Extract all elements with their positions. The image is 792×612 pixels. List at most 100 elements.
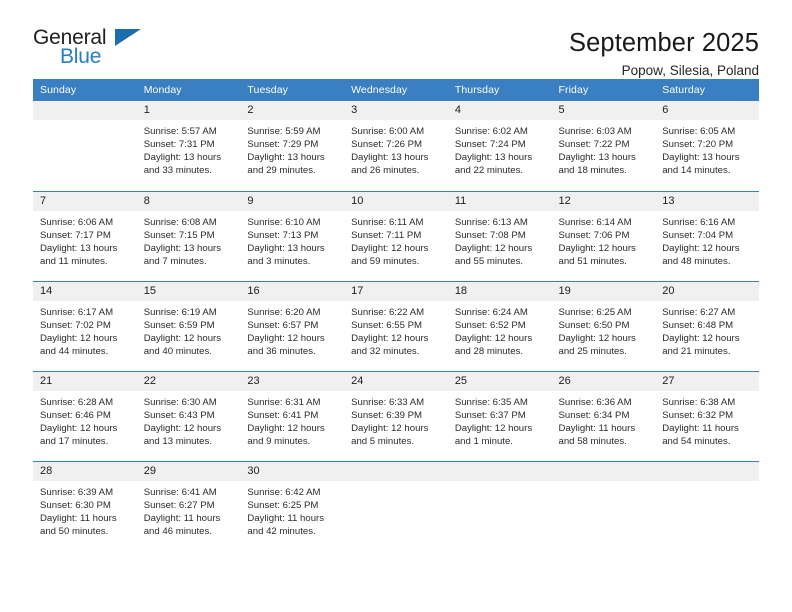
calendar-day-cell[interactable]: 11 Sunrise: 6:13 AM Sunset: 7:08 PM Dayl… <box>447 190 552 281</box>
day-details: Sunrise: 5:59 AM Sunset: 7:29 PM Dayligh… <box>247 126 325 177</box>
calendar-day-cell[interactable]: 14 Sunrise: 6:17 AM Sunset: 7:02 PM Dayl… <box>33 280 137 371</box>
day-number: 19 <box>551 281 656 301</box>
calendar-day-cell[interactable]: 10 Sunrise: 6:11 AM Sunset: 7:11 PM Dayl… <box>344 190 448 281</box>
calendar-day-cell[interactable]: 29 Sunrise: 6:41 AM Sunset: 6:27 PM Dayl… <box>136 460 241 551</box>
calendar-day-cell[interactable]: 4 Sunrise: 6:02 AM Sunset: 7:24 PM Dayli… <box>447 101 552 191</box>
day-details: Sunrise: 6:31 AM Sunset: 6:41 PM Dayligh… <box>247 396 325 447</box>
day-number: 13 <box>655 191 759 211</box>
general-blue-logo[interactable]: General Blue <box>33 27 153 75</box>
calendar-day-cell[interactable]: 8 Sunrise: 6:08 AM Sunset: 7:15 PM Dayli… <box>136 190 241 281</box>
calendar-page: General Blue September 2025 Popow, Siles… <box>0 0 792 612</box>
calendar-day-cell[interactable] <box>447 460 552 551</box>
calendar-day-cell[interactable]: 15 Sunrise: 6:19 AM Sunset: 6:59 PM Dayl… <box>136 280 241 371</box>
calendar-day-cell[interactable]: 26 Sunrise: 6:36 AM Sunset: 6:34 PM Dayl… <box>551 370 656 461</box>
calendar-day-cell[interactable]: 19 Sunrise: 6:25 AM Sunset: 6:50 PM Dayl… <box>551 280 656 371</box>
calendar-day-cell[interactable]: 24 Sunrise: 6:33 AM Sunset: 6:39 PM Dayl… <box>344 370 448 461</box>
calendar-day-cell[interactable]: 27 Sunrise: 6:38 AM Sunset: 6:32 PM Dayl… <box>655 370 759 461</box>
day-details: Sunrise: 6:25 AM Sunset: 6:50 PM Dayligh… <box>558 306 636 357</box>
day-details: Sunrise: 6:19 AM Sunset: 6:59 PM Dayligh… <box>143 306 222 357</box>
calendar-week-row: 7 Sunrise: 6:06 AM Sunset: 7:17 PM Dayli… <box>33 190 759 281</box>
day-number: 24 <box>344 371 448 391</box>
day-number: 1 <box>136 101 241 120</box>
weekday-header-saturday: Saturday <box>655 79 759 101</box>
day-number: 14 <box>33 281 137 301</box>
calendar-day-cell[interactable]: 17 Sunrise: 6:22 AM Sunset: 6:55 PM Dayl… <box>344 280 448 371</box>
calendar-day-cell[interactable] <box>551 460 656 551</box>
title-block: September 2025 Popow, Silesia, Poland <box>569 27 759 78</box>
weekday-header-friday: Friday <box>551 79 656 101</box>
day-details: Sunrise: 6:28 AM Sunset: 6:46 PM Dayligh… <box>40 396 118 447</box>
calendar-week-row: 28 Sunrise: 6:39 AM Sunset: 6:30 PM Dayl… <box>33 460 759 551</box>
calendar-day-cell[interactable]: 25 Sunrise: 6:35 AM Sunset: 6:37 PM Dayl… <box>447 370 552 461</box>
calendar-header-row: Sunday Monday Tuesday Wednesday Thursday… <box>33 79 759 101</box>
calendar-day-cell[interactable]: 6 Sunrise: 6:05 AM Sunset: 7:20 PM Dayli… <box>655 101 759 191</box>
day-details: Sunrise: 6:03 AM Sunset: 7:22 PM Dayligh… <box>558 126 636 177</box>
day-details: Sunrise: 6:42 AM Sunset: 6:25 PM Dayligh… <box>247 486 325 537</box>
day-details: Sunrise: 6:06 AM Sunset: 7:17 PM Dayligh… <box>40 216 118 267</box>
day-number <box>33 101 137 120</box>
day-number: 3 <box>344 101 448 120</box>
page-header: General Blue September 2025 Popow, Siles… <box>33 0 759 77</box>
day-number: 23 <box>240 371 345 391</box>
day-number: 28 <box>33 461 137 481</box>
day-number: 11 <box>447 191 552 211</box>
day-details: Sunrise: 6:38 AM Sunset: 6:32 PM Dayligh… <box>662 396 739 447</box>
calendar-day-cell[interactable]: 2 Sunrise: 5:59 AM Sunset: 7:29 PM Dayli… <box>240 101 345 191</box>
calendar-day-cell[interactable]: 5 Sunrise: 6:03 AM Sunset: 7:22 PM Dayli… <box>551 101 656 191</box>
calendar-day-cell[interactable]: 30 Sunrise: 6:42 AM Sunset: 6:25 PM Dayl… <box>240 460 345 551</box>
weekday-header-thursday: Thursday <box>447 79 552 101</box>
logo-text-blue: Blue <box>60 45 102 68</box>
day-number: 18 <box>447 281 552 301</box>
day-number: 12 <box>551 191 656 211</box>
day-details: Sunrise: 6:17 AM Sunset: 7:02 PM Dayligh… <box>40 306 118 357</box>
day-details: Sunrise: 6:39 AM Sunset: 6:30 PM Dayligh… <box>40 486 117 537</box>
day-number: 16 <box>240 281 345 301</box>
calendar-day-cell[interactable]: 22 Sunrise: 6:30 AM Sunset: 6:43 PM Dayl… <box>136 370 241 461</box>
page-subtitle: Popow, Silesia, Poland <box>621 62 759 78</box>
calendar-day-cell[interactable]: 9 Sunrise: 6:10 AM Sunset: 7:13 PM Dayli… <box>240 190 345 281</box>
day-details: Sunrise: 6:33 AM Sunset: 6:39 PM Dayligh… <box>351 396 429 447</box>
day-number: 21 <box>33 371 137 391</box>
calendar-day-cell[interactable]: 21 Sunrise: 6:28 AM Sunset: 6:46 PM Dayl… <box>33 370 137 461</box>
calendar-day-cell[interactable]: 20 Sunrise: 6:27 AM Sunset: 6:48 PM Dayl… <box>655 280 759 371</box>
day-details: Sunrise: 6:05 AM Sunset: 7:20 PM Dayligh… <box>662 126 740 177</box>
day-details: Sunrise: 5:57 AM Sunset: 7:31 PM Dayligh… <box>143 126 222 177</box>
day-details: Sunrise: 6:00 AM Sunset: 7:26 PM Dayligh… <box>351 126 429 177</box>
day-number: 6 <box>655 101 759 120</box>
day-number: 25 <box>447 371 552 391</box>
day-details: Sunrise: 6:22 AM Sunset: 6:55 PM Dayligh… <box>351 306 429 357</box>
calendar-day-cell[interactable]: 12 Sunrise: 6:14 AM Sunset: 7:06 PM Dayl… <box>551 190 656 281</box>
day-number: 7 <box>33 191 137 211</box>
day-number: 30 <box>240 461 345 481</box>
calendar-body: 1 Sunrise: 5:57 AM Sunset: 7:31 PM Dayli… <box>33 101 759 551</box>
calendar-day-cell[interactable] <box>33 101 137 191</box>
calendar-table: Sunday Monday Tuesday Wednesday Thursday… <box>33 79 759 551</box>
calendar-day-cell[interactable]: 3 Sunrise: 6:00 AM Sunset: 7:26 PM Dayli… <box>344 101 448 191</box>
calendar-day-cell[interactable]: 13 Sunrise: 6:16 AM Sunset: 7:04 PM Dayl… <box>655 190 759 281</box>
day-number: 15 <box>136 281 241 301</box>
calendar-day-cell[interactable] <box>655 460 759 551</box>
calendar-day-cell[interactable]: 1 Sunrise: 5:57 AM Sunset: 7:31 PM Dayli… <box>136 101 241 191</box>
day-number: 26 <box>551 371 656 391</box>
day-number <box>655 461 759 481</box>
day-number <box>447 461 552 481</box>
day-number: 27 <box>655 371 759 391</box>
calendar-day-cell[interactable]: 28 Sunrise: 6:39 AM Sunset: 6:30 PM Dayl… <box>33 460 137 551</box>
day-details: Sunrise: 6:02 AM Sunset: 7:24 PM Dayligh… <box>454 126 533 177</box>
page-title: September 2025 <box>569 29 759 57</box>
day-number: 22 <box>136 371 241 391</box>
calendar-day-cell[interactable]: 18 Sunrise: 6:24 AM Sunset: 6:52 PM Dayl… <box>447 280 552 371</box>
weekday-header-sunday: Sunday <box>33 79 137 101</box>
day-number: 10 <box>344 191 448 211</box>
day-details: Sunrise: 6:36 AM Sunset: 6:34 PM Dayligh… <box>558 396 636 447</box>
calendar-day-cell[interactable]: 7 Sunrise: 6:06 AM Sunset: 7:17 PM Dayli… <box>33 190 137 281</box>
calendar-day-cell[interactable]: 23 Sunrise: 6:31 AM Sunset: 6:41 PM Dayl… <box>240 370 345 461</box>
day-number: 17 <box>344 281 448 301</box>
day-details: Sunrise: 6:14 AM Sunset: 7:06 PM Dayligh… <box>558 216 636 267</box>
calendar-week-row: 21 Sunrise: 6:28 AM Sunset: 6:46 PM Dayl… <box>33 370 759 461</box>
calendar-week-row: 1 Sunrise: 5:57 AM Sunset: 7:31 PM Dayli… <box>33 101 759 191</box>
calendar-day-cell[interactable] <box>344 460 448 551</box>
triangle-logo-icon <box>115 29 141 46</box>
day-number: 5 <box>551 101 656 120</box>
calendar-day-cell[interactable]: 16 Sunrise: 6:20 AM Sunset: 6:57 PM Dayl… <box>240 280 345 371</box>
